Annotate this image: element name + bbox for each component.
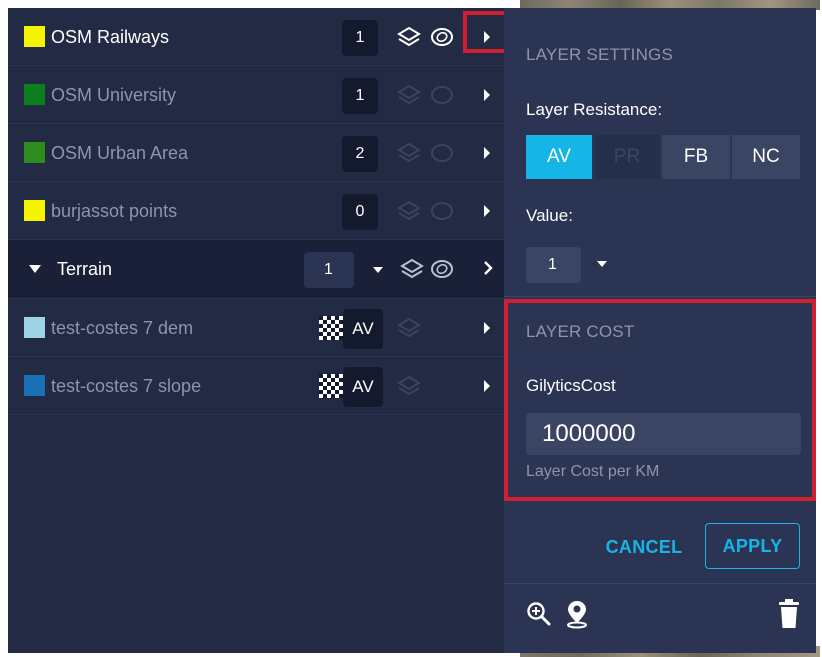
apply-button[interactable]: APPLY bbox=[705, 523, 800, 569]
layers-icon[interactable] bbox=[397, 84, 421, 106]
group-row-terrain[interactable]: Terrain 1 bbox=[8, 240, 504, 299]
layer-manager: OSM Railways 1 OSM University 1 OSM Urba… bbox=[8, 8, 816, 653]
layer-row-test-costes-7-dem[interactable]: test-costes 7 dem AV bbox=[8, 299, 504, 357]
layers-icon[interactable] bbox=[397, 26, 421, 48]
layers-icon[interactable] bbox=[397, 200, 421, 222]
layer-count-badge: 1 bbox=[342, 20, 378, 56]
value-label: Value: bbox=[526, 206, 573, 225]
layer-name: test-costes 7 slope bbox=[51, 376, 202, 396]
chevron-right-icon[interactable] bbox=[483, 88, 491, 102]
map-pin-icon[interactable] bbox=[565, 599, 589, 629]
chevron-right-icon[interactable] bbox=[483, 379, 491, 393]
layer-row-osm-railways[interactable]: OSM Railways 1 bbox=[8, 8, 504, 66]
chevron-down-icon[interactable] bbox=[596, 260, 608, 268]
resistance-tag: AV bbox=[343, 367, 383, 407]
checkerboard-icon bbox=[319, 374, 343, 398]
layer-count-badge: 0 bbox=[342, 194, 378, 230]
chevron-right-icon[interactable] bbox=[483, 146, 491, 160]
resistance-option-av[interactable]: AV bbox=[526, 135, 592, 179]
layer-color-swatch bbox=[24, 317, 45, 338]
settings-title: LAYER SETTINGS bbox=[526, 45, 674, 64]
ring-icon[interactable] bbox=[429, 258, 455, 280]
layer-color-swatch bbox=[24, 26, 45, 47]
layer-name: OSM Railways bbox=[51, 27, 170, 47]
resistance-option-nc[interactable]: NC bbox=[732, 135, 800, 179]
divider bbox=[504, 583, 816, 584]
layer-row-test-costes-7-slope[interactable]: test-costes 7 slope AV bbox=[8, 357, 504, 415]
chevron-right-icon[interactable] bbox=[483, 204, 491, 218]
caret-down-icon[interactable] bbox=[28, 264, 42, 274]
layer-color-swatch bbox=[24, 84, 45, 105]
layer-count-badge: 2 bbox=[342, 136, 378, 172]
resistance-tag: AV bbox=[343, 309, 383, 349]
layer-name: test-costes 7 dem bbox=[51, 318, 194, 338]
value-select[interactable]: 1 bbox=[526, 247, 581, 283]
cancel-button[interactable]: CANCEL bbox=[599, 526, 689, 568]
layer-color-swatch bbox=[24, 142, 45, 163]
chevron-right-icon[interactable] bbox=[483, 260, 493, 276]
layer-list: OSM Railways 1 OSM University 1 OSM Urba… bbox=[8, 8, 511, 653]
highlight-layer-cost bbox=[504, 299, 816, 501]
zoom-in-icon[interactable] bbox=[526, 601, 552, 627]
chevron-down-icon[interactable] bbox=[372, 266, 384, 274]
layer-settings-panel: LAYER SETTINGS Layer Resistance: AV PR F… bbox=[504, 8, 816, 653]
layer-color-swatch bbox=[24, 200, 45, 221]
layers-icon[interactable] bbox=[397, 317, 421, 339]
layer-row-burjassot-points[interactable]: burjassot points 0 bbox=[8, 182, 504, 240]
checkerboard-icon bbox=[319, 316, 343, 340]
layers-icon[interactable] bbox=[397, 142, 421, 164]
ring-icon[interactable] bbox=[429, 142, 455, 164]
divider bbox=[504, 296, 816, 297]
resistance-option-fb[interactable]: FB bbox=[662, 135, 730, 179]
layer-name: OSM Urban Area bbox=[51, 143, 189, 163]
chevron-right-icon[interactable] bbox=[483, 321, 491, 335]
layer-row-osm-university[interactable]: OSM University 1 bbox=[8, 66, 504, 124]
layer-name: OSM University bbox=[51, 85, 177, 105]
trash-icon[interactable] bbox=[778, 599, 800, 629]
layer-count-badge: 1 bbox=[342, 78, 378, 114]
resistance-label: Layer Resistance: bbox=[526, 100, 663, 119]
layer-color-swatch bbox=[24, 375, 45, 396]
ring-icon[interactable] bbox=[429, 84, 455, 106]
layers-icon[interactable] bbox=[400, 258, 424, 280]
resistance-option-pr[interactable]: PR bbox=[594, 135, 660, 179]
layers-icon[interactable] bbox=[397, 375, 421, 397]
ring-icon[interactable] bbox=[429, 200, 455, 222]
group-value-select[interactable]: 1 bbox=[304, 252, 354, 288]
ring-icon[interactable] bbox=[429, 26, 455, 48]
layer-name: burjassot points bbox=[51, 201, 178, 221]
layer-row-osm-urban-area[interactable]: OSM Urban Area 2 bbox=[8, 124, 504, 182]
group-name: Terrain bbox=[57, 259, 113, 279]
